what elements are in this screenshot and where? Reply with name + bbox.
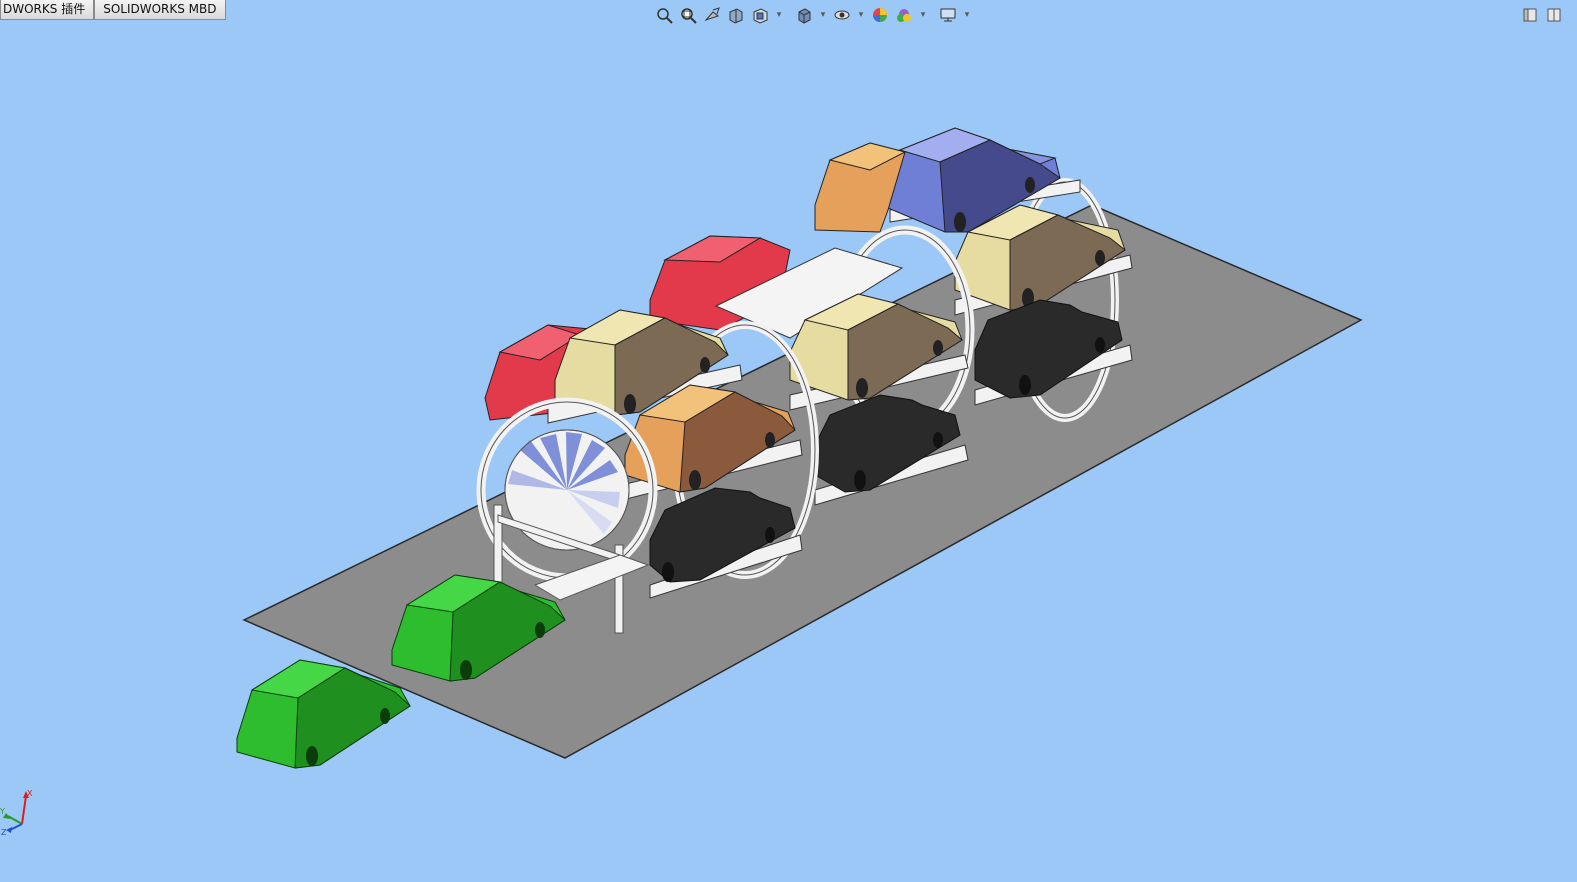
apply-scene-icon[interactable] [892,4,916,26]
view-orientation-dropdown[interactable]: ▾ [772,4,786,26]
hide-show-items-dropdown[interactable]: ▾ [854,4,868,26]
triad-y-axis [7,815,23,825]
triad-z-axis [9,823,23,831]
section-view-icon[interactable] [724,4,748,26]
graphics-viewport[interactable] [0,0,1577,882]
hide-show-items-icon[interactable] [830,4,854,26]
apply-scene-dropdown[interactable]: ▾ [916,4,930,26]
display-style-dropdown[interactable]: ▾ [816,4,830,26]
display-style-icon[interactable] [792,4,816,26]
restore-viewport-icon[interactable] [1523,7,1537,22]
view-orientation-icon[interactable] [748,4,772,26]
view-settings-dropdown[interactable]: ▾ [960,4,974,26]
triad-x-axis [21,795,27,825]
tab-solidworks-mbd[interactable]: SOLIDWORKS MBD [94,0,226,20]
view-settings-icon[interactable] [936,4,960,26]
triad-y-label: Y [0,807,5,816]
reference-triad: X Y Z [0,786,40,837]
triad-x-label: X [27,789,33,798]
zoom-to-fit-icon[interactable] [652,4,676,26]
command-manager-tabs: DWORKS 插件 SOLIDWORKS MBD [0,0,226,21]
tab-solidworks-addins[interactable]: DWORKS 插件 [0,0,95,20]
maximize-viewport-icon[interactable] [1547,7,1561,22]
previous-view-icon[interactable] [700,4,724,26]
zoom-to-area-icon[interactable] [676,4,700,26]
edit-appearance-icon[interactable] [868,4,892,26]
heads-up-view-toolbar: ▾ ▾ ▾ ▾ ▾ [652,3,974,27]
triad-z-label: Z [1,828,7,836]
